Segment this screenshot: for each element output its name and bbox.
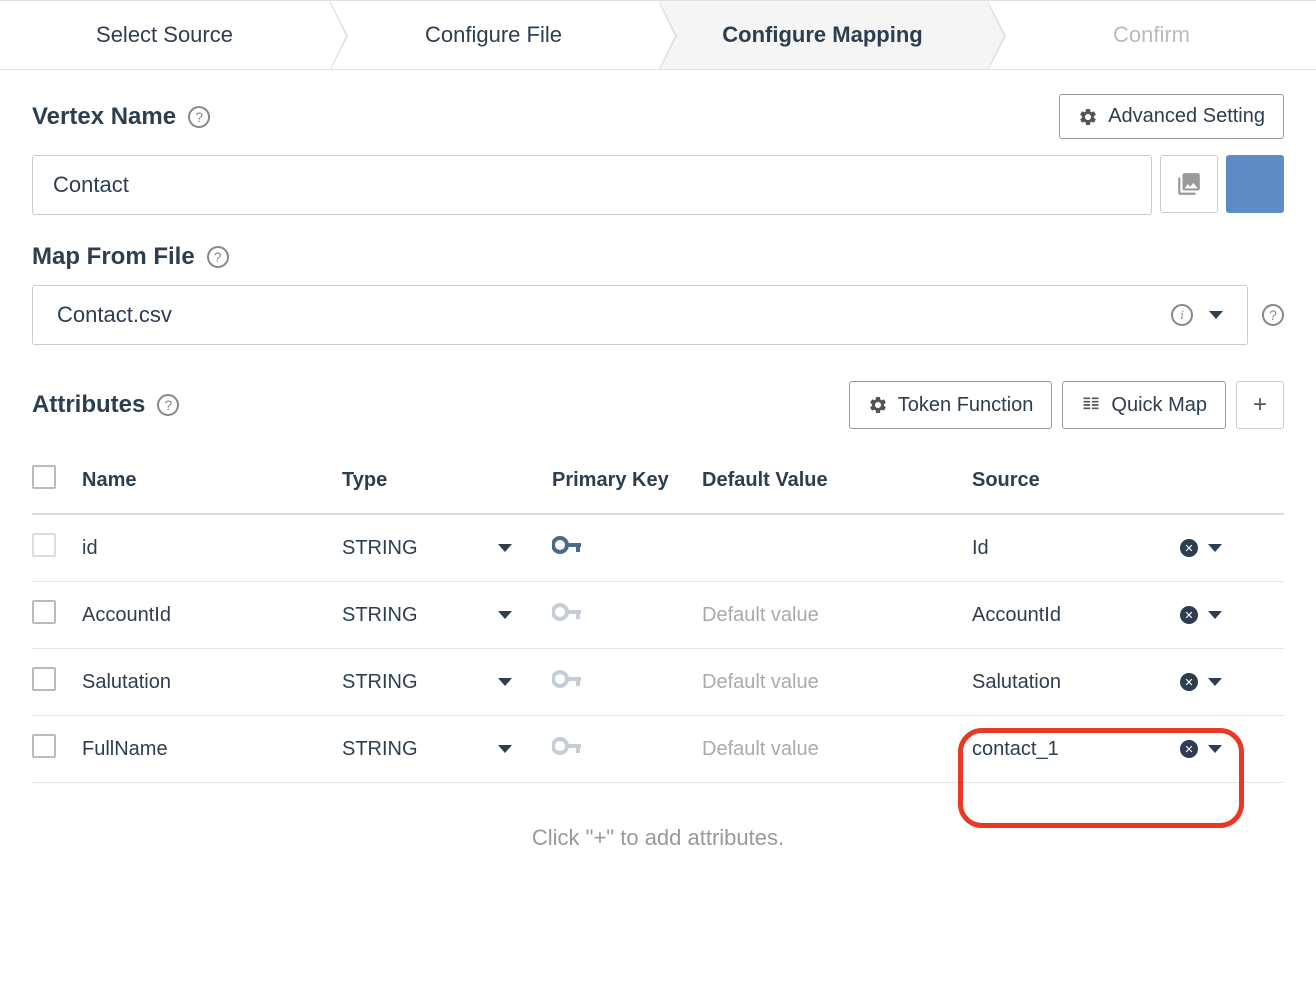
default-value-cell[interactable]: Default value (702, 604, 972, 627)
column-source: Source (972, 469, 1232, 492)
attributes-table: Name Type Primary Key Default Value Sour… (0, 429, 1316, 801)
attr-name: FullName (82, 738, 342, 761)
help-icon[interactable]: ? (188, 106, 210, 128)
key-icon (552, 669, 586, 689)
row-checkbox[interactable] (32, 533, 56, 557)
vertex-name-label: Vertex Name (32, 103, 176, 131)
default-value-cell[interactable]: Default value (702, 671, 972, 694)
image-picker-button[interactable] (1160, 155, 1218, 213)
clear-icon[interactable]: ✕ (1180, 673, 1198, 691)
step-configure-mapping[interactable]: Configure Mapping (658, 1, 987, 69)
image-icon (1176, 171, 1202, 197)
source-select[interactable]: Id ✕ (972, 537, 1232, 560)
primary-key-toggle[interactable] (552, 602, 702, 628)
row-checkbox[interactable] (32, 600, 56, 624)
chevron-down-icon (1208, 611, 1222, 619)
step-confirm: Confirm (987, 1, 1316, 69)
gear-icon (1078, 107, 1098, 127)
step-configure-file[interactable]: Configure File (329, 1, 658, 69)
table-row: FullName STRING Default value contact_1 … (32, 716, 1284, 783)
table-header: Name Type Primary Key Default Value Sour… (32, 447, 1284, 515)
chevron-down-icon (1208, 678, 1222, 686)
step-select-source[interactable]: Select Source (0, 1, 329, 69)
chevron-down-icon (1208, 745, 1222, 753)
column-primary-key: Primary Key (552, 469, 702, 492)
table-row: Salutation STRING Default value Salutati… (32, 649, 1284, 716)
default-value-cell[interactable]: Default value (702, 738, 972, 761)
map-from-file-label: Map From File (32, 243, 195, 271)
source-select[interactable]: Salutation ✕ (972, 671, 1232, 694)
chevron-down-icon (498, 544, 512, 552)
column-default-value: Default Value (702, 469, 972, 492)
token-function-button[interactable]: Token Function (849, 381, 1053, 429)
clear-icon[interactable]: ✕ (1180, 606, 1198, 624)
chevron-down-icon (498, 745, 512, 753)
key-icon (552, 535, 586, 555)
primary-key-toggle[interactable] (552, 669, 702, 695)
table-row: AccountId STRING Default value AccountId… (32, 582, 1284, 649)
attr-type-select[interactable]: STRING (342, 738, 552, 761)
footer-hint: Click "+" to add attributes. (0, 801, 1316, 911)
source-select[interactable]: AccountId ✕ (972, 604, 1232, 627)
vertex-name-input[interactable] (32, 155, 1152, 215)
chevron-down-icon (1209, 311, 1223, 319)
info-icon[interactable]: i (1171, 304, 1193, 326)
chevron-down-icon (1208, 544, 1222, 552)
primary-key-toggle[interactable] (552, 736, 702, 762)
advanced-setting-button[interactable]: Advanced Setting (1059, 94, 1284, 139)
clear-icon[interactable]: ✕ (1180, 740, 1198, 758)
attr-name: AccountId (82, 604, 342, 627)
table-row: id STRING Id ✕ (32, 515, 1284, 582)
quick-map-button[interactable]: Quick Map (1062, 381, 1226, 429)
column-name: Name (82, 469, 342, 492)
attr-name: Salutation (82, 671, 342, 694)
key-icon (552, 602, 586, 622)
key-icon (552, 736, 586, 756)
attr-type-select[interactable]: STRING (342, 671, 552, 694)
row-checkbox[interactable] (32, 667, 56, 691)
select-all-checkbox[interactable] (32, 465, 56, 489)
chevron-down-icon (498, 611, 512, 619)
attr-type-select[interactable]: STRING (342, 604, 552, 627)
attr-type-select[interactable]: STRING (342, 537, 552, 560)
attr-name: id (82, 537, 342, 560)
primary-key-toggle[interactable] (552, 535, 702, 561)
help-icon[interactable]: ? (1262, 304, 1284, 326)
row-checkbox[interactable] (32, 734, 56, 758)
color-swatch[interactable] (1226, 155, 1284, 213)
help-icon[interactable]: ? (157, 394, 179, 416)
map-from-file-select[interactable]: Contact.csv i (32, 285, 1248, 345)
help-icon[interactable]: ? (207, 246, 229, 268)
chevron-down-icon (498, 678, 512, 686)
add-attribute-button[interactable]: + (1236, 381, 1284, 429)
grid-icon (1081, 395, 1101, 415)
clear-icon[interactable]: ✕ (1180, 539, 1198, 557)
wizard-stepper: Select Source Configure File Configure M… (0, 0, 1316, 70)
source-select[interactable]: contact_1 ✕ (972, 738, 1232, 761)
gear-icon (868, 395, 888, 415)
column-type: Type (342, 469, 552, 492)
attributes-label: Attributes (32, 391, 145, 419)
